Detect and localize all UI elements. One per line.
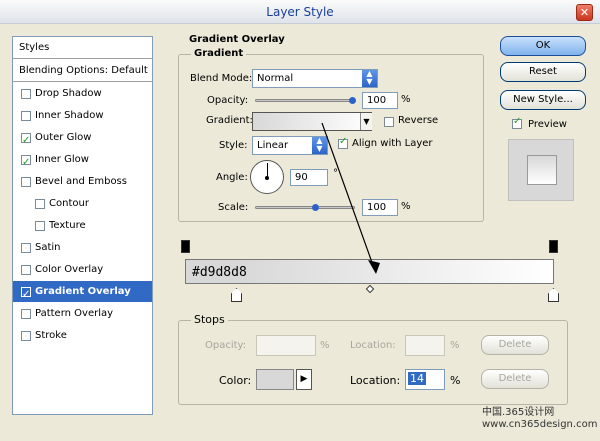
stop-color-label: Color: [219,374,252,387]
angle-input[interactable]: 90 [290,169,328,186]
spin-arrows-icon: ▲ ▼ [312,137,327,154]
stop-location-input-disabled[interactable] [405,335,445,356]
style-item-inner-shadow[interactable]: Inner Shadow [13,105,152,127]
preview-label: Preview [528,119,567,130]
style-item-label: Contour [49,198,89,209]
style-item-satin[interactable]: Satin [13,237,152,259]
align-with-layer-checkbox[interactable] [338,136,348,149]
gradient-group-title: Gradient [191,48,247,59]
gradient-color-text: #d9d8d8 [192,265,247,280]
style-item-inner-glow[interactable]: Inner Glow [13,149,152,174]
stop-location-input[interactable]: 14 [405,369,445,390]
gradient-dropdown-icon[interactable]: ▼ [360,113,372,130]
style-item-drop-shadow[interactable]: Drop Shadow [13,83,152,105]
style-checkbox[interactable] [21,177,31,187]
style-item-label: Bevel and Emboss [35,176,127,187]
stop-location-value: 14 [408,372,426,385]
style-item-label: Gradient Overlay [35,286,131,297]
scale-unit: % [401,201,411,212]
style-item-label: Color Overlay [35,264,104,275]
styles-list: Styles Blending Options: Default Drop Sh… [12,36,153,415]
spin-arrows-icon: ▲ ▼ [362,70,377,87]
style-checkbox[interactable] [21,309,31,319]
stop-opacity-label: Opacity: [205,340,247,351]
opacity-unit: % [401,94,411,105]
watermark: 中国.365设计网 www.cn365design.com [482,407,598,430]
scale-label: Scale: [218,202,249,213]
delete-opacity-stop-button[interactable]: Delete [481,335,549,355]
blending-options[interactable]: Blending Options: Default [13,60,152,82]
scale-slider[interactable] [255,204,355,211]
stop-location-unit-disabled: % [450,340,460,351]
stops-group [178,320,568,405]
style-checkbox[interactable] [21,265,31,275]
style-item-label: Satin [35,242,61,253]
style-item-pattern-overlay[interactable]: Pattern Overlay [13,303,152,325]
styles-header[interactable]: Styles [13,37,152,59]
opacity-input[interactable]: 100 [362,92,398,109]
preview-thumbnail [508,139,574,201]
style-item-color-overlay[interactable]: Color Overlay [13,259,152,281]
blend-mode-select[interactable]: Normal ▲ ▼ [252,69,378,88]
style-select[interactable]: Linear ▲ ▼ [252,136,328,155]
scale-input[interactable]: 100 [362,199,398,216]
style-checkbox[interactable] [35,221,45,231]
stop-location-label: Location: [350,374,401,387]
style-checkbox[interactable] [21,152,31,174]
style-item-contour[interactable]: Contour [13,193,152,215]
stops-title: Stops [191,313,228,326]
panel-title: Gradient Overlay [189,34,285,45]
style-checkbox[interactable] [21,111,31,121]
new-style-button[interactable]: New Style... [500,90,586,110]
close-icon[interactable]: ✕ [576,4,593,21]
style-item-label: Texture [49,220,86,231]
style-checkbox[interactable] [35,199,45,209]
style-item-stroke[interactable]: Stroke [13,325,152,347]
color-menu-arrow-icon[interactable]: ▶ [296,369,312,390]
delete-color-stop-button[interactable]: Delete [481,369,549,389]
style-item-label: Outer Glow [35,132,92,143]
style-item-bevel-and-emboss[interactable]: Bevel and Emboss [13,171,152,193]
style-item-texture[interactable]: Texture [13,215,152,237]
opacity-stop-left[interactable] [181,240,190,253]
opacity-slider-thumb[interactable] [349,97,356,104]
style-item-outer-glow[interactable]: Outer Glow [13,127,152,152]
opacity-slider[interactable] [255,97,356,104]
style-item-label: Stroke [35,330,67,341]
ok-button[interactable]: OK [500,36,586,56]
window-title: Layer Style [266,5,334,19]
scale-slider-thumb[interactable] [312,204,319,211]
dialog-body: Styles Blending Options: Default Drop Sh… [0,24,600,441]
style-checkbox[interactable] [21,331,31,341]
style-item-label: Inner Shadow [35,110,104,121]
style-checkbox[interactable] [21,284,31,306]
stop-color-swatch[interactable] [256,369,294,390]
style-checkbox[interactable] [21,89,31,99]
angle-unit: ° [333,168,338,179]
style-checkbox[interactable] [21,130,31,152]
style-item-gradient-overlay[interactable]: Gradient Overlay [13,281,152,306]
opacity-label: Opacity: [207,95,249,106]
reset-button[interactable]: Reset [500,62,586,82]
reverse-label: Reverse [398,115,439,126]
style-checkbox[interactable] [21,243,31,253]
stop-location-label-disabled: Location: [350,340,396,351]
style-item-label: Inner Glow [35,154,89,165]
gradient-label: Gradient: [206,115,253,126]
angle-dial[interactable] [250,160,284,194]
title-bar: Layer Style ✕ [0,0,600,24]
stop-opacity-input[interactable] [256,335,316,356]
style-item-label: Pattern Overlay [35,308,114,319]
blend-mode-label: Blend Mode: [190,73,253,84]
stop-opacity-unit: % [320,340,330,351]
opacity-stop-right[interactable] [549,240,558,253]
stop-location-unit: % [450,374,461,387]
reverse-checkbox[interactable] [384,117,394,127]
preview-checkbox[interactable] [512,116,522,129]
style-label: Style: [219,140,248,151]
style-item-label: Drop Shadow [35,88,102,99]
align-with-layer-label: Align with Layer [352,138,433,149]
angle-label: Angle: [216,172,248,183]
gradient-picker[interactable] [252,112,372,131]
